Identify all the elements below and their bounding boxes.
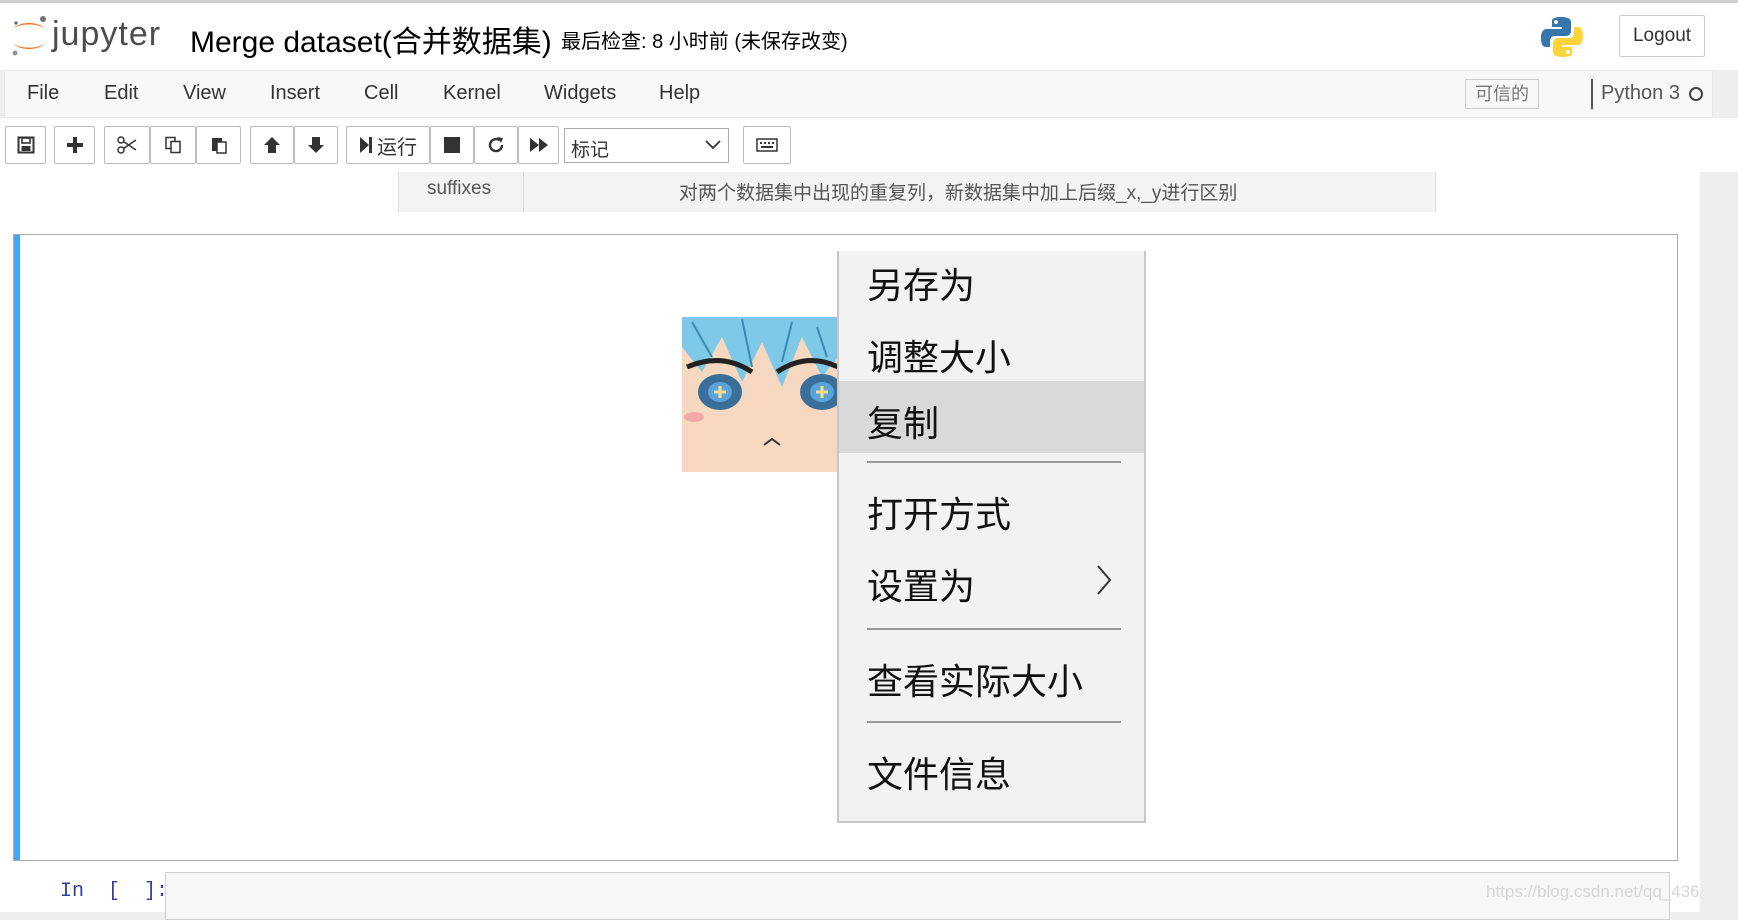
arrow-down-icon (308, 137, 324, 153)
menu-item-save-as[interactable]: 另存为 (839, 243, 1144, 315)
menu-item-label: 查看实际大小 (867, 661, 1084, 702)
menu-cell[interactable]: Cell (364, 82, 398, 105)
cell-type-value: 标记 (571, 140, 610, 161)
menu-help[interactable]: Help (659, 82, 700, 105)
restart-run-all-button[interactable] (518, 126, 559, 164)
cell-type-select[interactable]: 标记 (564, 128, 729, 163)
scissors-icon (117, 136, 137, 154)
chevron-right-icon (1097, 565, 1112, 595)
menu-item-file-info[interactable]: 文件信息 (839, 732, 1144, 804)
copy-icon (165, 136, 181, 154)
step-forward-icon (360, 137, 372, 153)
plus-icon (66, 137, 83, 153)
table-divider (523, 172, 524, 212)
menu-item-label: 调整大小 (867, 337, 1012, 378)
cut-button[interactable] (104, 126, 150, 164)
table-row: suffixes 对两个数据集中出现的重复列，新数据集中加上后缀_x,_y进行区… (398, 172, 1436, 212)
checkpoint-status: 最后检查: 8 小时前 (未保存改变) (561, 31, 848, 53)
table-cell-description: 对两个数据集中出现的重复列，新数据集中加上后缀_x,_y进行区别 (679, 183, 1238, 204)
menu-item-copy[interactable]: 复制 (839, 381, 1144, 453)
menu-file[interactable]: File (27, 82, 59, 105)
arrow-up-icon (264, 137, 280, 153)
menu-view[interactable]: View (183, 82, 226, 105)
menu-widgets[interactable]: Widgets (544, 82, 616, 105)
kernel-name[interactable]: Python 3 (1601, 82, 1680, 105)
trusted-indicator[interactable]: 可信的 (1465, 79, 1539, 109)
refresh-icon (488, 137, 504, 153)
header: jupyter Merge dataset(合并数据集) 最后检查: 8 小时前… (0, 0, 1738, 70)
kernel-divider (1591, 79, 1593, 109)
paste-button[interactable] (196, 126, 241, 164)
move-up-button[interactable] (250, 126, 294, 164)
menu-item-set-as[interactable]: 设置为 (839, 544, 1144, 616)
stop-icon (444, 137, 460, 153)
chevron-down-icon (705, 140, 721, 150)
save-button[interactable] (5, 126, 46, 164)
menu-edit[interactable]: Edit (104, 82, 138, 105)
menu-separator (867, 721, 1121, 723)
app-name: jupyter (52, 15, 162, 53)
menu-item-resize[interactable]: 调整大小 (839, 315, 1144, 387)
menu-separator (867, 461, 1121, 463)
save-icon (17, 136, 34, 154)
toolbar: 运行 标记 (0, 118, 1738, 172)
menu-item-label: 文件信息 (867, 754, 1012, 795)
command-palette-button[interactable] (743, 126, 791, 164)
run-button[interactable]: 运行 (346, 126, 430, 164)
anime-face-image (682, 317, 838, 472)
context-menu: 另存为 调整大小 复制 打开方式 设置为 查看实际大小 文件信息 (837, 251, 1146, 823)
embedded-image[interactable] (682, 317, 838, 472)
notebook-container: suffixes 对两个数据集中出现的重复列，新数据集中加上后缀_x,_y进行区… (0, 172, 1738, 920)
fast-forward-icon (529, 138, 548, 152)
menu-item-open-with[interactable]: 打开方式 (839, 472, 1144, 544)
logout-button[interactable]: Logout (1619, 15, 1705, 57)
menu-item-label: 打开方式 (867, 494, 1012, 535)
menu-separator (867, 628, 1121, 630)
menu-item-label: 复制 (867, 403, 940, 444)
menu-kernel[interactable]: Kernel (443, 82, 501, 105)
scrollbar-track[interactable] (1700, 172, 1738, 912)
menubar: File Edit View Insert Cell Kernel Widget… (4, 70, 1713, 118)
menu-insert[interactable]: Insert (270, 82, 320, 105)
table-cell-param: suffixes (427, 178, 492, 199)
menu-item-actual-size[interactable]: 查看实际大小 (839, 639, 1144, 711)
code-cell-input[interactable] (165, 872, 1670, 920)
notebook-title[interactable]: Merge dataset(合并数据集) (190, 17, 552, 61)
jupyter-logo[interactable]: jupyter (10, 13, 170, 57)
python-logo-icon (1540, 15, 1584, 59)
paste-icon (211, 138, 227, 154)
menu-item-label: 设置为 (867, 566, 976, 607)
move-down-button[interactable] (294, 126, 338, 164)
restart-kernel-button[interactable] (474, 126, 518, 164)
menu-item-label: 另存为 (867, 265, 976, 306)
run-label: 运行 (377, 136, 417, 159)
kernel-idle-icon (1689, 87, 1703, 101)
insert-cell-button[interactable] (54, 126, 95, 164)
input-prompt: In [ ]: (60, 880, 169, 903)
jupyter-orbit-icon (12, 16, 46, 56)
keyboard-icon (756, 138, 778, 152)
selected-cell-indicator (14, 235, 20, 860)
copy-button[interactable] (150, 126, 196, 164)
interrupt-button[interactable] (430, 126, 474, 164)
